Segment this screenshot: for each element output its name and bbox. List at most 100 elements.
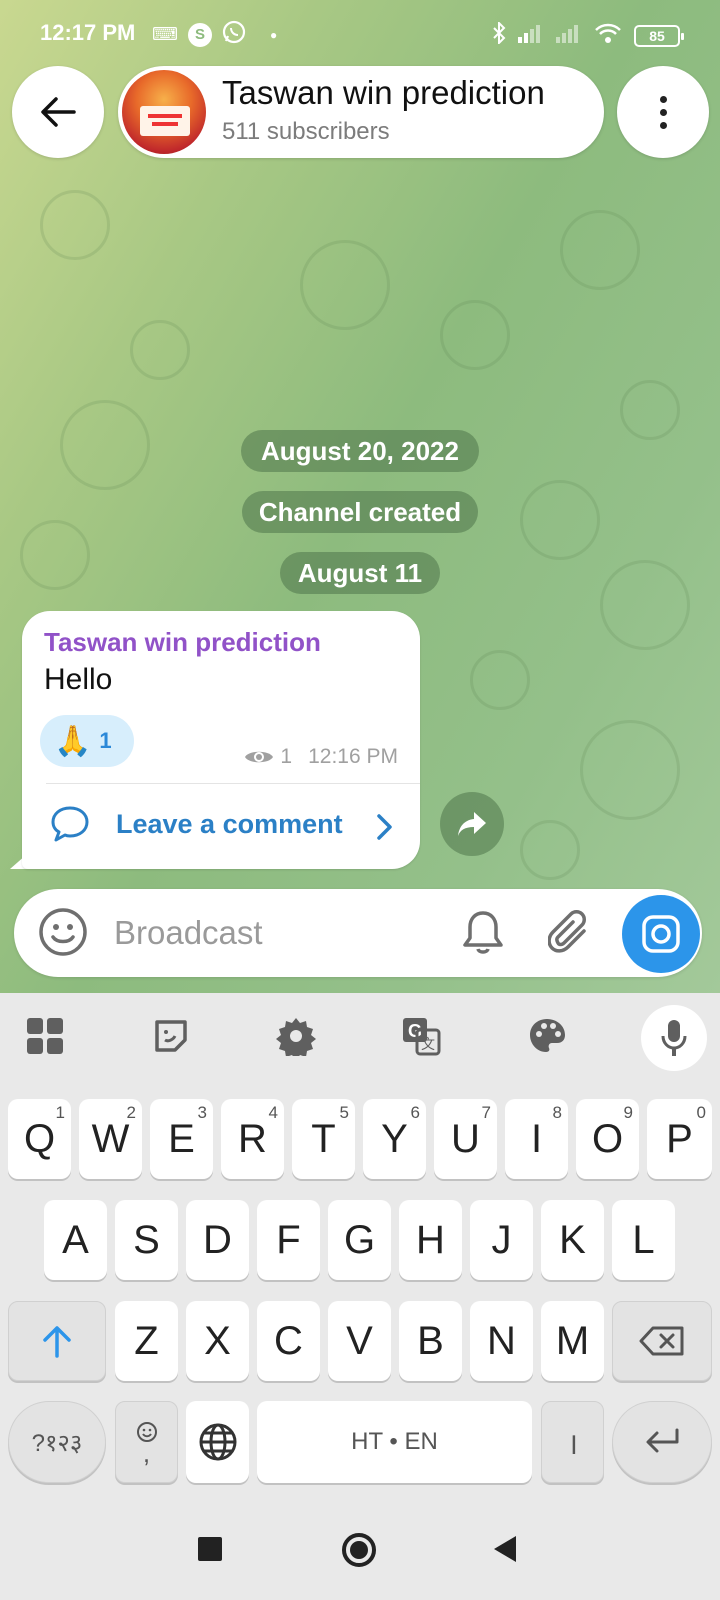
message-author: Taswan win prediction [44, 627, 321, 657]
symbols-key[interactable]: ?१२३ [8, 1401, 106, 1483]
message-bubble[interactable]: Taswan win prediction Hello 🙏 1 1 12:16 … [22, 611, 420, 869]
key-y[interactable]: Y6 [363, 1099, 426, 1179]
apps-icon[interactable] [20, 1011, 70, 1061]
back-triangle-icon[interactable] [494, 1536, 516, 1562]
message-time: 12:16 PM [308, 745, 398, 768]
key-label: O [591, 1116, 624, 1161]
key-q[interactable]: Q1 [8, 1099, 71, 1179]
shift-key[interactable] [8, 1301, 106, 1381]
key-hint: 8 [552, 1103, 562, 1122]
home-icon[interactable] [342, 1533, 376, 1567]
key-d[interactable]: D [186, 1200, 249, 1280]
paperclip-icon[interactable] [548, 909, 592, 957]
enter-key[interactable] [612, 1401, 712, 1483]
key-label: Z [134, 1318, 159, 1363]
key-label: L [632, 1217, 655, 1262]
key-b[interactable]: B [399, 1301, 462, 1381]
status-time: 12:17 PM [40, 20, 136, 45]
status-bar: 12:17 PM ⌨ S ● 85 [0, 0, 720, 68]
settings-icon[interactable] [271, 1011, 321, 1061]
chevron-right-icon [377, 814, 392, 840]
channel-created-label: Channel created [242, 491, 478, 533]
key-label: B [417, 1318, 444, 1363]
sticker-icon[interactable] [146, 1011, 196, 1061]
key-o[interactable]: O9 [576, 1099, 639, 1179]
keyboard-toolbar: G文 [0, 993, 720, 1083]
key-label: M [555, 1318, 590, 1363]
skype-icon: S [187, 22, 212, 47]
more-dot-icon [659, 121, 667, 129]
key-hint: 5 [339, 1103, 349, 1122]
key-p[interactable]: P0 [647, 1099, 712, 1179]
key-label: I [530, 1116, 543, 1161]
key-u[interactable]: U7 [434, 1099, 497, 1179]
voice-input-button[interactable] [641, 1005, 707, 1071]
eye-icon [245, 751, 274, 763]
key-c[interactable]: C [257, 1301, 320, 1381]
pray-emoji: 🙏 [54, 724, 92, 758]
key-f[interactable]: F [257, 1200, 320, 1280]
backspace-key[interactable] [612, 1301, 712, 1381]
key-label: A [62, 1217, 89, 1262]
channel-header[interactable]: Taswan win prediction 511 subscribers [118, 66, 604, 158]
comment-divider [46, 783, 420, 784]
channel-title: Taswan win prediction [222, 74, 545, 111]
key-l[interactable]: L [612, 1200, 675, 1280]
translate-icon[interactable]: G文 [396, 1011, 446, 1061]
key-i[interactable]: I8 [505, 1099, 568, 1179]
key-e[interactable]: E3 [150, 1099, 213, 1179]
arrow-up-icon [43, 1326, 71, 1358]
date-separator: August 11 [280, 552, 440, 594]
key-z[interactable]: Z [115, 1301, 178, 1381]
palette-icon[interactable] [522, 1011, 572, 1061]
key-g[interactable]: G [328, 1200, 391, 1280]
emoji-icon[interactable] [38, 907, 88, 957]
bluetooth-icon [492, 20, 506, 49]
signal-icon [518, 23, 544, 48]
key-x[interactable]: X [186, 1301, 249, 1381]
key-hint: 9 [623, 1103, 633, 1122]
key-hint: 3 [197, 1103, 207, 1122]
camera-icon [642, 915, 680, 953]
space-bar[interactable]: HT • EN [257, 1401, 532, 1483]
key-label: G [343, 1217, 376, 1262]
message-meta: 1 12:16 PM [244, 745, 398, 769]
key-h[interactable]: H [399, 1200, 462, 1280]
key-k[interactable]: K [541, 1200, 604, 1280]
dot-icon: ● [269, 27, 278, 42]
signal-icon-2 [556, 23, 582, 48]
key-s[interactable]: S [115, 1200, 178, 1280]
key-r[interactable]: R4 [221, 1099, 284, 1179]
reaction-chip[interactable]: 🙏 1 [40, 715, 134, 767]
key-hint: 0 [696, 1103, 706, 1122]
view-count: 1 [280, 745, 293, 768]
broadcast-input[interactable] [114, 911, 434, 955]
emoji-comma-key[interactable]: , [115, 1401, 178, 1483]
language-key[interactable] [186, 1401, 249, 1483]
channel-avatar[interactable] [122, 70, 206, 154]
key-w[interactable]: W2 [79, 1099, 142, 1179]
key-hint: 6 [410, 1103, 420, 1122]
key-m[interactable]: M [541, 1301, 604, 1381]
key-a[interactable]: A [44, 1200, 107, 1280]
arrow-left-icon [41, 97, 76, 127]
key-label: W [91, 1116, 130, 1161]
key-t[interactable]: T5 [292, 1099, 355, 1179]
key-n[interactable]: N [470, 1301, 533, 1381]
subscriber-count: 511 subscribers [222, 118, 390, 145]
leave-comment-button[interactable]: Leave a comment [22, 785, 420, 869]
key-label: U [451, 1116, 480, 1161]
camera-button[interactable] [622, 895, 700, 973]
key-v[interactable]: V [328, 1301, 391, 1381]
danda-key[interactable]: । [541, 1401, 604, 1483]
key-j[interactable]: J [470, 1200, 533, 1280]
comma-label: , [142, 1438, 151, 1468]
forward-button[interactable] [440, 792, 504, 856]
more-options-button[interactable] [617, 66, 709, 158]
backspace-icon [639, 1326, 684, 1356]
back-button[interactable] [12, 66, 104, 158]
key-label: S [133, 1217, 160, 1262]
bell-icon[interactable] [460, 909, 506, 957]
key-label: Q [23, 1116, 56, 1161]
recents-icon[interactable] [198, 1537, 222, 1561]
